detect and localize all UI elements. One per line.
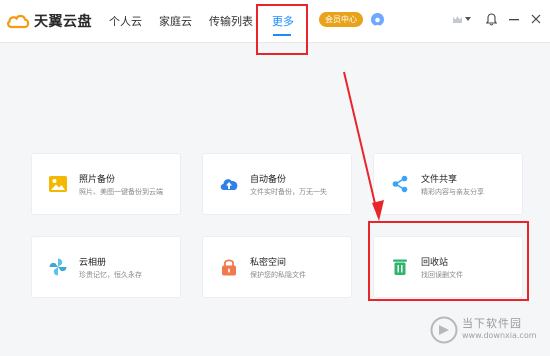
annotation-arrow <box>343 71 384 221</box>
watermark-url: www.downxia.com <box>462 331 537 340</box>
watermark-title: 当下软件园 <box>462 317 522 330</box>
watermark-logo-icon <box>430 316 458 344</box>
watermark: 当下软件园 www.downxia.com <box>430 316 537 344</box>
